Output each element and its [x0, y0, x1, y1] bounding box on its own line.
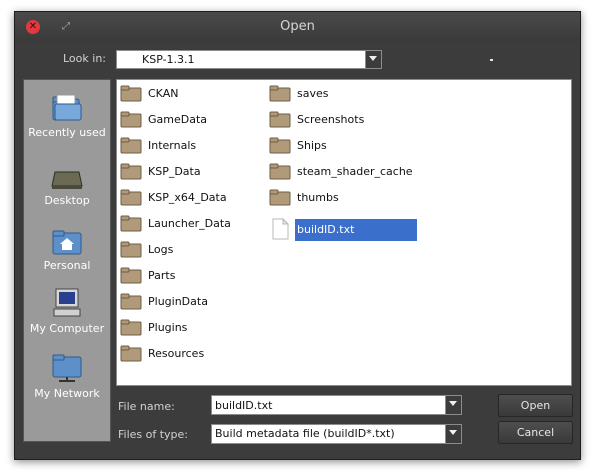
folder-icon [120, 189, 142, 206]
file-type-value: Build metadata file (buildID*.txt) [215, 427, 395, 440]
file-name: Screenshots [297, 113, 365, 126]
file-name: Ships [297, 139, 327, 152]
text-file-icon [272, 218, 290, 240]
folder-icon [269, 85, 291, 102]
open-button[interactable]: Open [498, 394, 573, 417]
file-name: CKAN [148, 87, 179, 100]
look-in-combo[interactable]: KSP-1.3.1 [116, 50, 382, 69]
chevron-down-icon[interactable] [445, 425, 461, 443]
folder-icon [269, 111, 291, 128]
file-name: PluginData [148, 295, 208, 308]
file-name: KSP_x64_Data [148, 191, 227, 204]
window-title: Open [280, 19, 315, 34]
open-dialog: ✕ ⤢ Open Look in: KSP-1.3.1 Recently use… [14, 11, 581, 460]
folder-icon [120, 319, 142, 336]
file-name: steam_shader_cache [297, 165, 413, 178]
network-folder-icon [52, 354, 82, 382]
folder-icon [120, 54, 131, 63]
desktop-icon [51, 171, 83, 189]
file-name: thumbs [297, 191, 339, 204]
place-label: Personal [43, 259, 91, 272]
chevron-down-icon[interactable] [445, 396, 461, 414]
folder-icon [269, 163, 291, 180]
file-type-label: Files of type: [118, 428, 189, 441]
place-label: Recently used [28, 126, 106, 139]
file-name: Logs [148, 243, 174, 256]
place-label: Desktop [44, 194, 90, 207]
file-name: GameData [148, 113, 208, 126]
place-label: My Computer [29, 322, 105, 335]
file-name: saves [297, 87, 329, 100]
toolbar-dot-icon[interactable] [490, 59, 493, 61]
file-name-label: File name: [118, 400, 175, 413]
file-name: Launcher_Data [148, 217, 231, 230]
cancel-button[interactable]: Cancel [498, 421, 573, 444]
places-sidebar: Recently used Desktop Personal My Comput… [23, 79, 111, 442]
folder-icon [120, 111, 142, 128]
file-name: Resources [148, 347, 205, 360]
chevron-down-icon[interactable] [365, 51, 381, 68]
recent-folder-icon [52, 94, 82, 121]
file-name-input[interactable] [212, 396, 446, 414]
place-desktop[interactable]: Desktop [24, 168, 110, 206]
home-folder-icon [52, 230, 82, 255]
folder-icon [120, 163, 142, 180]
place-recently-used[interactable]: Recently used [24, 94, 110, 138]
place-label: My Network [34, 387, 100, 400]
file-name: KSP_Data [148, 165, 201, 178]
title-bar: ✕ ⤢ Open [15, 12, 580, 42]
folder-icon [120, 241, 142, 258]
folder-icon [120, 293, 142, 310]
place-personal[interactable]: Personal [24, 229, 110, 271]
folder-icon [269, 189, 291, 206]
file-name-field[interactable] [211, 395, 462, 415]
file-list[interactable]: CKAN GameData Internals KSP_Data KSP_x64… [116, 79, 572, 386]
folder-icon [120, 215, 142, 232]
file-name: Internals [148, 139, 197, 152]
file-type-select[interactable]: Build metadata file (buildID*.txt) [211, 424, 462, 444]
folder-icon [269, 137, 291, 154]
place-my-computer[interactable]: My Computer [24, 288, 110, 334]
folder-icon [120, 85, 142, 102]
file-name: Plugins [148, 321, 188, 334]
folder-icon [120, 345, 142, 362]
file-name: buildID.txt [295, 219, 417, 241]
computer-icon [53, 288, 81, 317]
folder-icon [120, 137, 142, 154]
look-in-value: KSP-1.3.1 [142, 53, 195, 66]
file-name: Parts [148, 269, 176, 282]
look-in-label: Look in: [63, 52, 106, 65]
place-my-network[interactable]: My Network [24, 353, 110, 399]
folder-icon [120, 267, 142, 284]
